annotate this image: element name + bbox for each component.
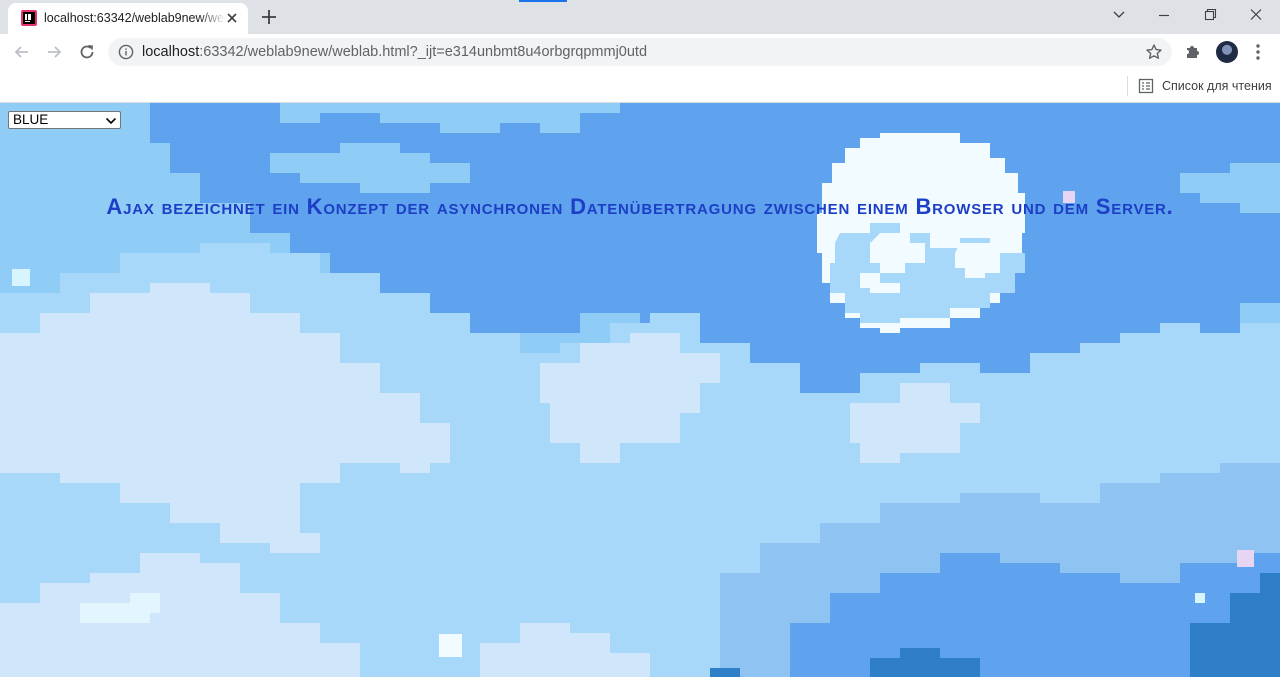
page-viewport: BLUE Ajax bezeichnet ein Konzept der asy… xyxy=(0,103,1280,677)
star-icon[interactable] xyxy=(1145,43,1163,61)
url-path: :63342/weblab9new/weblab.html?_ijt=e314u… xyxy=(199,44,648,60)
reload-icon[interactable] xyxy=(77,42,97,62)
puzzle-icon[interactable] xyxy=(1184,42,1202,60)
bookmarks-separator xyxy=(1127,76,1128,96)
tab-strip-accent xyxy=(519,0,567,2)
reading-list-label: Список для чтения xyxy=(1162,79,1272,93)
browser-toolbar: localhost:63342/weblab9new/weblab.html?_… xyxy=(0,34,1280,70)
minimize-icon[interactable] xyxy=(1153,6,1175,24)
arrow-right-icon[interactable] xyxy=(44,42,64,62)
chevron-down-icon[interactable] xyxy=(1108,6,1130,24)
color-select-value: BLUE xyxy=(13,112,49,127)
intellij-idea-icon xyxy=(21,10,37,26)
plus-icon[interactable] xyxy=(260,8,278,26)
browser-tab[interactable]: localhost:63342/weblab9new/weblab.html xyxy=(8,3,248,34)
window-close-icon[interactable] xyxy=(1245,6,1267,24)
chevron-down-icon[interactable] xyxy=(105,117,117,125)
url-text[interactable]: localhost:63342/weblab9new/weblab.html?_… xyxy=(142,44,647,60)
arrow-left-icon[interactable] xyxy=(12,42,32,62)
restore-icon[interactable] xyxy=(1199,6,1221,24)
kebab-menu-icon[interactable] xyxy=(1250,42,1266,62)
close-icon[interactable] xyxy=(225,11,239,25)
info-icon[interactable] xyxy=(118,44,134,60)
address-bar[interactable]: localhost:63342/weblab9new/weblab.html?_… xyxy=(108,38,1172,66)
avatar[interactable] xyxy=(1216,41,1238,63)
url-host: localhost xyxy=(142,44,200,60)
pixel-sky-background xyxy=(0,103,1280,677)
tab-title: localhost:63342/weblab9new/weblab.html xyxy=(44,11,226,25)
reading-list-icon xyxy=(1138,78,1154,94)
reading-list-button[interactable]: Список для чтения xyxy=(1138,76,1272,96)
page-headline: Ajax bezeichnet ein Konzept der asynchro… xyxy=(106,194,1174,219)
tab-strip: localhost:63342/weblab9new/weblab.html xyxy=(0,0,1280,34)
bookmarks-bar: Список для чтения xyxy=(0,70,1280,103)
